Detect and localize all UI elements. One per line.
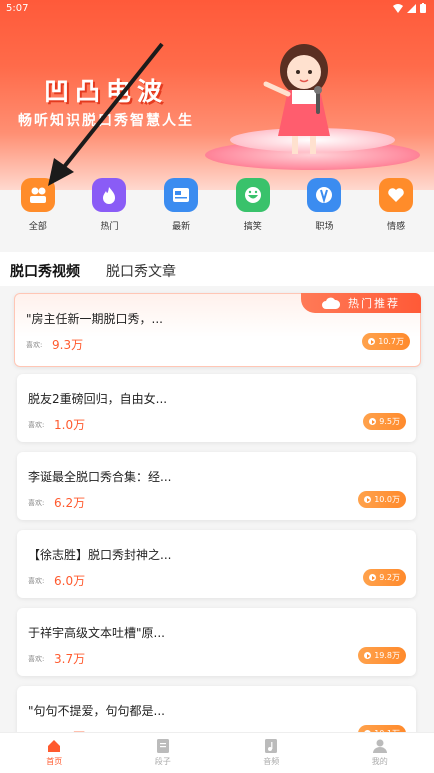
list-item[interactable]: 李诞最全脱口秀合集：经... 喜欢: 6.2万 10.0万 xyxy=(17,452,416,520)
annotation-arrow-icon xyxy=(40,40,170,190)
category-label: 热门 xyxy=(100,219,118,232)
play-count: 9.5万 xyxy=(379,416,400,427)
item-title: "房主任新一期脱口秀，... xyxy=(26,310,163,327)
play-count: 10.0万 xyxy=(374,494,400,505)
category-emotion[interactable]: 情感 xyxy=(364,178,428,244)
play-count: 10.7万 xyxy=(378,336,404,347)
list-item[interactable]: 脱友2重磅回归，自由女... 喜欢: 1.0万 9.5万 xyxy=(17,374,416,442)
play-count-badge: 10.0万 xyxy=(358,491,406,508)
tab-articles[interactable]: 脱口秀文章 xyxy=(106,261,176,281)
item-title: "句句不提爱，句句都是... xyxy=(28,702,165,719)
play-icon xyxy=(369,574,376,581)
status-bar: 5:07 xyxy=(0,0,434,18)
likes-count: 6.0万 xyxy=(54,572,85,589)
video-list: 热门推荐 "房主任新一期脱口秀，... 喜欢: 9.3万 10.7万 脱友2重磅… xyxy=(0,286,434,732)
likes-count: 3.7万 xyxy=(54,650,85,667)
heart-icon xyxy=(379,178,413,212)
nav-label: 音频 xyxy=(263,756,279,767)
bottom-nav: 首页 段子 音频 我的 xyxy=(0,732,434,773)
category-label: 情感 xyxy=(387,219,405,232)
tab-videos[interactable]: 脱口秀视频 xyxy=(10,261,80,281)
likes-label: 喜欢: xyxy=(28,498,44,508)
nav-label: 首页 xyxy=(46,756,62,767)
hot-recommend-badge: 热门推荐 xyxy=(301,293,421,313)
likes-label: 喜欢: xyxy=(28,576,44,586)
play-count-badge: 10.7万 xyxy=(362,333,410,350)
play-count-badge: 9.5万 xyxy=(363,413,406,430)
home-icon xyxy=(47,739,61,753)
content-tabs: 脱口秀视频 脱口秀文章 xyxy=(0,252,434,286)
nav-jokes[interactable]: 段子 xyxy=(109,733,218,773)
category-label: 搞笑 xyxy=(244,219,262,232)
nav-label: 我的 xyxy=(372,756,388,767)
likes-count: 1.0万 xyxy=(54,416,85,433)
play-icon xyxy=(368,338,375,345)
battery-icon xyxy=(420,3,426,13)
category-label: 职场 xyxy=(315,219,333,232)
list-item[interactable]: 热门推荐 "房主任新一期脱口秀，... 喜欢: 9.3万 10.7万 xyxy=(14,293,421,367)
nav-profile[interactable]: 我的 xyxy=(326,733,434,773)
music-icon xyxy=(265,739,277,753)
item-title: 于祥宇高级文本吐槽"原... xyxy=(28,624,165,641)
category-funny[interactable]: 搞笑 xyxy=(221,178,285,244)
play-count-badge: 9.2万 xyxy=(363,569,406,586)
play-count: 9.2万 xyxy=(379,572,400,583)
play-icon xyxy=(369,418,376,425)
nav-label: 段子 xyxy=(155,756,171,767)
item-title: 【徐志胜】脱口秀封神之... xyxy=(28,546,171,563)
girl-illustration xyxy=(258,40,350,158)
document-icon xyxy=(157,739,169,753)
hot-recommend-label: 热门推荐 xyxy=(348,295,400,311)
list-item[interactable]: 于祥宇高级文本吐槽"原... 喜欢: 3.7万 19.8万 xyxy=(17,608,416,676)
play-count: 19.8万 xyxy=(374,650,400,661)
career-icon xyxy=(307,178,341,212)
laugh-icon xyxy=(236,178,270,212)
play-icon xyxy=(364,496,371,503)
cloud-icon xyxy=(322,297,340,309)
likes-label: 喜欢: xyxy=(26,340,42,350)
category-label: 最新 xyxy=(172,219,190,232)
list-item[interactable]: 【徐志胜】脱口秀封神之... 喜欢: 6.0万 9.2万 xyxy=(17,530,416,598)
nav-home[interactable]: 首页 xyxy=(0,733,109,773)
category-label: 全部 xyxy=(29,219,47,232)
likes-label: 喜欢: xyxy=(28,420,44,430)
likes-count: 9.3万 xyxy=(52,336,83,353)
play-count-badge: 19.8万 xyxy=(358,647,406,664)
nav-audio[interactable]: 音频 xyxy=(217,733,326,773)
item-title: 脱友2重磅回归，自由女... xyxy=(28,390,167,407)
status-time: 5:07 xyxy=(6,3,28,14)
category-career[interactable]: 职场 xyxy=(292,178,356,244)
wifi-icon xyxy=(393,4,403,13)
likes-label: 喜欢: xyxy=(28,654,44,664)
item-title: 李诞最全脱口秀合集：经... xyxy=(28,468,171,485)
user-icon xyxy=(373,739,387,753)
status-icons xyxy=(393,3,426,13)
likes-count: 6.2万 xyxy=(54,494,85,511)
play-icon xyxy=(364,652,371,659)
signal-icon xyxy=(407,4,416,13)
